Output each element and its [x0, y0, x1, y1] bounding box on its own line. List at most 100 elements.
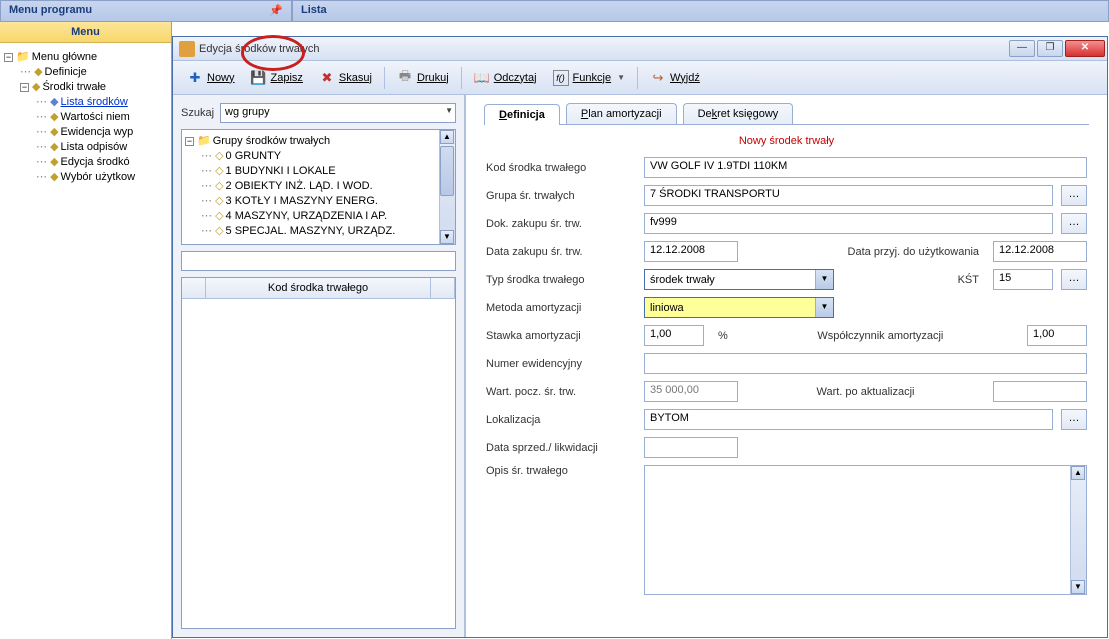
grid-header-kod[interactable]: Kod środka trwałego — [206, 278, 431, 298]
datazakup-input[interactable]: 12.12.2008 — [644, 241, 738, 262]
wartpo-label: Wart. po aktualizacji — [746, 386, 985, 398]
wsp-input[interactable]: 1,00 — [1027, 325, 1087, 346]
dokzakup-browse-button[interactable]: … — [1061, 213, 1087, 234]
dokzakup-input[interactable]: fv999 — [644, 213, 1053, 234]
diamond-icon: ◆ — [34, 66, 42, 78]
app-icon — [179, 41, 195, 57]
tree-definicje[interactable]: ⋯ ◆Definicje — [4, 64, 167, 79]
group-item[interactable]: ⋯ ◇4 MASZYNY, URZĄDZENIA I AP. — [185, 208, 452, 223]
scrollbar[interactable]: ▲ ▼ — [1070, 466, 1086, 594]
metoda-label: Metoda amortyzacji — [486, 302, 636, 314]
grid-header-selector[interactable] — [182, 278, 206, 298]
scroll-down-icon[interactable]: ▼ — [440, 230, 454, 244]
result-grid[interactable]: Kod środka trwałego — [181, 277, 456, 629]
diamond-icon: ◆ — [50, 156, 58, 168]
titlebar[interactable]: Edycja środków trwałych — ❐ ✕ — [173, 37, 1107, 61]
separator — [637, 67, 638, 89]
tree-item[interactable]: ⋯ ◆Lista środków — [4, 94, 167, 109]
group-item[interactable]: ⋯ ◇1 BUDYNKI I LOKALE — [185, 163, 452, 178]
tree-toggle-icon[interactable]: − — [20, 83, 29, 92]
modal-window: Edycja środków trwałych — ❐ ✕ ✚ Nowy 💾 Z… — [172, 36, 1108, 638]
tab-plan[interactable]: Plan amortyzacji — [566, 103, 677, 124]
nowy-button[interactable]: ✚ Nowy — [181, 67, 241, 89]
folder-icon: 📁 — [16, 51, 30, 63]
group-item[interactable]: ⋯ ◇0 GRUNTY — [185, 148, 452, 163]
grupa-label: Grupa śr. trwałych — [486, 190, 636, 202]
dataprzyj-input[interactable]: 12.12.2008 — [993, 241, 1087, 262]
typ-combo[interactable]: środek trwały ▼ — [644, 269, 834, 290]
tree-srodki[interactable]: −◆Środki trwałe — [4, 79, 167, 94]
skasuj-button[interactable]: ✖ Skasuj — [313, 67, 378, 89]
metoda-combo[interactable]: liniowa ▼ — [644, 297, 834, 318]
wyjdz-button[interactable]: ↪ Wyjdź — [644, 67, 706, 89]
maximize-button[interactable]: ❐ — [1037, 40, 1063, 57]
group-root[interactable]: −📁Grupy środków trwałych — [185, 133, 452, 148]
tabs: Definicja Plan amortyzacji Dekret księgo… — [466, 95, 1107, 124]
odczytaj-button[interactable]: 📖 Odczytaj — [468, 67, 543, 89]
grupa-input[interactable]: 7 ŚRODKI TRANSPORTU — [644, 185, 1053, 206]
zapisz-button[interactable]: 💾 Zapisz — [245, 67, 309, 89]
diamond-icon: ◇ — [215, 195, 223, 207]
menu-tree: −📁Menu główne ⋯ ◆Definicje −◆Środki trwa… — [0, 43, 171, 190]
tree-toggle-icon[interactable]: − — [4, 53, 13, 62]
search-combo[interactable]: wg grupy ▼ — [220, 103, 456, 123]
tree-root[interactable]: −📁Menu główne — [4, 49, 167, 64]
separator — [461, 67, 462, 89]
search-label: Szukaj — [181, 107, 214, 119]
stawka-input[interactable]: 1,00 — [644, 325, 704, 346]
group-item[interactable]: ⋯ ◇2 OBIEKTY INŻ. LĄD. I WOD. — [185, 178, 452, 193]
numer-label: Numer ewidencyjny — [486, 358, 636, 370]
panel-title-right: Lista — [301, 4, 327, 16]
diamond-icon: ◆ — [50, 96, 58, 108]
diamond-icon: ◆ — [50, 141, 58, 153]
lok-input[interactable]: BYTOM — [644, 409, 1053, 430]
diamond-icon: ◇ — [215, 225, 223, 237]
typ-label: Typ środka trwałego — [486, 274, 636, 286]
panel-header-menu: Menu programu 📌 — [0, 0, 292, 22]
group-item[interactable]: ⋯ ◇5 SPECJAL. MASZYNY, URZĄDZ. — [185, 223, 452, 238]
scroll-up-icon[interactable]: ▲ — [1071, 466, 1085, 480]
dokzakup-label: Dok. zakupu śr. trw. — [486, 218, 636, 230]
drukuj-button[interactable]: 🖶 Drukuj — [391, 67, 455, 89]
grupa-browse-button[interactable]: … — [1061, 185, 1087, 206]
scroll-down-icon[interactable]: ▼ — [1071, 580, 1085, 594]
diamond-icon: ◇ — [215, 210, 223, 222]
tree-item[interactable]: ⋯ ◆Lista odpisów — [4, 139, 167, 154]
minimize-button[interactable]: — — [1009, 40, 1035, 57]
filter-input[interactable] — [181, 251, 456, 271]
funkcje-button[interactable]: f() Funkcje ▼ — [547, 67, 631, 89]
tree-item[interactable]: ⋯ ◆Wybór użytkow — [4, 169, 167, 184]
print-icon: 🖶 — [397, 70, 413, 86]
pin-icon[interactable]: 📌 — [269, 4, 283, 17]
datasprzed-input[interactable] — [644, 437, 738, 458]
search-panel: Szukaj wg grupy ▼ −📁Grupy środków trwały… — [173, 95, 465, 637]
separator — [384, 67, 385, 89]
group-tree[interactable]: −📁Grupy środków trwałych ⋯ ◇0 GRUNTY ⋯ ◇… — [181, 129, 456, 245]
form-panel: Definicja Plan amortyzacji Dekret księgo… — [465, 95, 1107, 637]
opis-textarea[interactable]: ▲ ▼ — [644, 465, 1087, 595]
kod-input[interactable]: VW GOLF IV 1.9TDI 110KM — [644, 157, 1087, 178]
kst-browse-button[interactable]: … — [1061, 269, 1087, 290]
wartpocz-input[interactable]: 35 000,00 — [644, 381, 738, 402]
close-button[interactable]: ✕ — [1065, 40, 1105, 57]
chevron-down-icon: ▼ — [815, 270, 833, 289]
tree-toggle-icon[interactable]: − — [185, 137, 194, 146]
tree-item[interactable]: ⋯ ◆Wartości niem — [4, 109, 167, 124]
tab-dekret[interactable]: Dekret księgowy — [683, 103, 794, 124]
datazakup-label: Data zakupu śr. trw. — [486, 246, 636, 258]
scroll-up-icon[interactable]: ▲ — [440, 130, 454, 144]
tree-item[interactable]: ⋯ ◆Ewidencja wyp — [4, 124, 167, 139]
diamond-icon: ◆ — [50, 126, 58, 138]
scroll-thumb[interactable] — [440, 146, 454, 196]
scrollbar[interactable]: ▲ ▼ — [439, 130, 455, 244]
save-icon: 💾 — [251, 70, 267, 86]
wartpo-input[interactable] — [993, 381, 1087, 402]
group-item[interactable]: ⋯ ◇3 KOTŁY I MASZYNY ENERG. — [185, 193, 452, 208]
kst-input[interactable]: 15 — [993, 269, 1053, 290]
delete-icon: ✖ — [319, 70, 335, 86]
grid-header-extra[interactable] — [431, 278, 455, 298]
tab-definicja[interactable]: Definicja — [484, 104, 560, 125]
numer-input[interactable] — [644, 353, 1087, 374]
lok-browse-button[interactable]: … — [1061, 409, 1087, 430]
tree-item[interactable]: ⋯ ◆Edycja środkó — [4, 154, 167, 169]
